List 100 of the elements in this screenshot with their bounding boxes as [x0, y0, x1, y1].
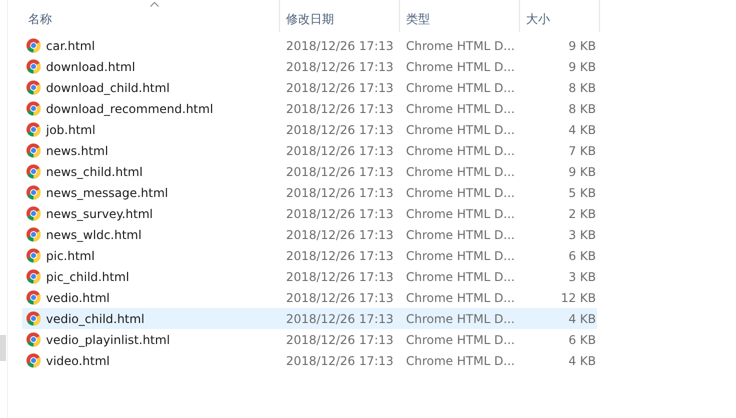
file-row[interactable]: video.html 2018/12/26 17:13 Chrome HTML D... 4 KB [22, 350, 597, 371]
file-name: vedio.html [46, 290, 110, 306]
file-name: news_message.html [46, 184, 168, 202]
file-type: Chrome HTML D... [405, 290, 516, 306]
column-header[interactable]: 名称 [22, 0, 280, 32]
file-row[interactable]: download_child.html 2018/12/26 17:13 Chrome HTML D... 8 KB [22, 77, 597, 98]
chrome-icon [26, 59, 41, 74]
modified-date: 2018/12/26 17:13 [285, 290, 395, 306]
file-name: pic.html [46, 248, 95, 264]
file-type: Chrome HTML D... [405, 184, 516, 202]
file-name: news_wldc.html [46, 226, 142, 244]
modified-date: 2018/12/26 17:13 [285, 206, 395, 222]
chrome-icon [26, 101, 41, 116]
file-size: 4 KB [567, 310, 597, 328]
file-size: 3 KB [567, 226, 597, 244]
file-type: Chrome HTML D... [405, 268, 516, 286]
modified-date: 2018/12/26 17:13 [285, 310, 395, 328]
file-size: 6 KB [567, 248, 597, 264]
chrome-icon [26, 227, 41, 242]
modified-date: 2018/12/26 17:13 [285, 184, 395, 202]
file-type: Chrome HTML D... [405, 226, 516, 244]
chrome-icon [26, 122, 41, 137]
modified-date: 2018/12/26 17:13 [285, 226, 395, 244]
file-size: 8 KB [567, 100, 597, 118]
file-size: 6 KB [567, 332, 597, 348]
file-size: 9 KB [567, 164, 597, 180]
modified-date: 2018/12/26 17:13 [285, 100, 395, 118]
file-size: 12 KB [560, 290, 597, 306]
file-type: Chrome HTML D... [405, 164, 516, 180]
file-type: Chrome HTML D... [405, 332, 516, 348]
chrome-icon [26, 311, 41, 326]
column-header[interactable]: 大小 [520, 0, 600, 32]
chrome-icon [26, 143, 41, 158]
file-row[interactable]: vedio_child.html 2018/12/26 17:13 Chrome HTML D... 4 KB [22, 308, 597, 329]
chrome-icon [26, 80, 41, 95]
modified-date: 2018/12/26 17:13 [285, 58, 395, 76]
column-header[interactable]: 修改日期 [280, 0, 400, 32]
file-type: Chrome HTML D... [405, 206, 516, 222]
file-row[interactable]: job.html 2018/12/26 17:13 Chrome HTML D... 4 KB [22, 119, 597, 140]
file-type: Chrome HTML D... [405, 100, 516, 118]
file-name: pic_child.html [46, 268, 130, 286]
file-name: download_recommend.html [46, 100, 214, 118]
chrome-icon [26, 332, 41, 347]
file-size: 3 KB [567, 268, 597, 286]
file-name: news.html [46, 142, 108, 160]
modified-date: 2018/12/26 17:13 [285, 268, 395, 286]
file-size: 9 KB [567, 58, 597, 76]
modified-date: 2018/12/26 17:13 [285, 248, 395, 264]
file-row[interactable]: news_child.html 2018/12/26 17:13 Chrome HTML D... 9 KB [22, 161, 597, 182]
file-row[interactable]: pic.html 2018/12/26 17:13 Chrome HTML D... 6 KB [22, 245, 597, 266]
column-header[interactable]: 类型 [400, 0, 520, 32]
file-type: Chrome HTML D... [405, 58, 516, 76]
modified-date: 2018/12/26 17:13 [285, 164, 395, 180]
chrome-icon [26, 206, 41, 221]
file-row[interactable]: news_message.html 2018/12/26 17:13 Chrome HTML D... 5 KB [22, 182, 597, 203]
file-type: Chrome HTML D... [405, 80, 516, 96]
chrome-icon [26, 353, 41, 368]
modified-date: 2018/12/26 17:13 [285, 38, 395, 54]
file-row[interactable]: vedio.html 2018/12/26 17:13 Chrome HTML D... 12 KB [22, 287, 597, 308]
file-name: vedio_child.html [46, 310, 144, 328]
file-name: vedio_playinlist.html [46, 332, 170, 348]
chrome-icon [26, 185, 41, 200]
file-type: Chrome HTML D... [405, 122, 516, 138]
modified-date: 2018/12/26 17:13 [285, 332, 395, 348]
file-type: Chrome HTML D... [405, 38, 516, 54]
file-row[interactable]: pic_child.html 2018/12/26 17:13 Chrome HTML D... 3 KB [22, 266, 597, 287]
modified-date: 2018/12/26 17:13 [285, 122, 395, 138]
chrome-icon [26, 248, 41, 263]
file-size: 2 KB [567, 206, 597, 222]
file-row[interactable]: news.html 2018/12/26 17:13 Chrome HTML D... 7 KB [22, 140, 597, 161]
modified-date: 2018/12/26 17:13 [285, 80, 395, 96]
file-size: 9 KB [567, 38, 597, 54]
file-name: download_child.html [46, 80, 170, 96]
file-row[interactable]: car.html 2018/12/26 17:13 Chrome HTML D... 9 KB [22, 35, 597, 56]
file-name: video.html [46, 352, 110, 370]
scrollbar-thumb[interactable] [0, 335, 6, 361]
file-name: job.html [46, 122, 96, 138]
file-size: 8 KB [567, 80, 597, 96]
modified-date: 2018/12/26 17:13 [285, 142, 395, 160]
file-name: news_survey.html [46, 206, 153, 222]
file-row[interactable]: download.html 2018/12/26 17:13 Chrome HTML D... 9 KB [22, 56, 597, 77]
file-row[interactable]: vedio_playinlist.html 2018/12/26 17:13 Chrome HTML D... 6 KB [22, 329, 597, 350]
chrome-icon [26, 38, 41, 53]
modified-date: 2018/12/26 17:13 [285, 352, 395, 370]
chrome-icon [26, 290, 41, 305]
file-row[interactable]: news_survey.html 2018/12/26 17:13 Chrome HTML D... 2 KB [22, 203, 597, 224]
file-size: 7 KB [567, 142, 597, 160]
file-type: Chrome HTML D... [405, 248, 516, 264]
file-name: car.html [46, 38, 95, 54]
file-type: Chrome HTML D... [405, 310, 516, 328]
chrome-icon [26, 164, 41, 179]
file-type: Chrome HTML D... [405, 142, 516, 160]
file-size: 4 KB [567, 352, 597, 370]
file-name: news_child.html [46, 164, 143, 180]
file-type: Chrome HTML D... [405, 352, 516, 370]
file-size: 5 KB [567, 184, 597, 202]
chrome-icon [26, 269, 41, 284]
file-name: download.html [46, 58, 136, 76]
file-row[interactable]: download_recommend.html 2018/12/26 17:13 Chrome HTML D... 8 KB [22, 98, 597, 119]
file-row[interactable]: news_wldc.html 2018/12/26 17:13 Chrome HTML D... 3 KB [22, 224, 597, 245]
